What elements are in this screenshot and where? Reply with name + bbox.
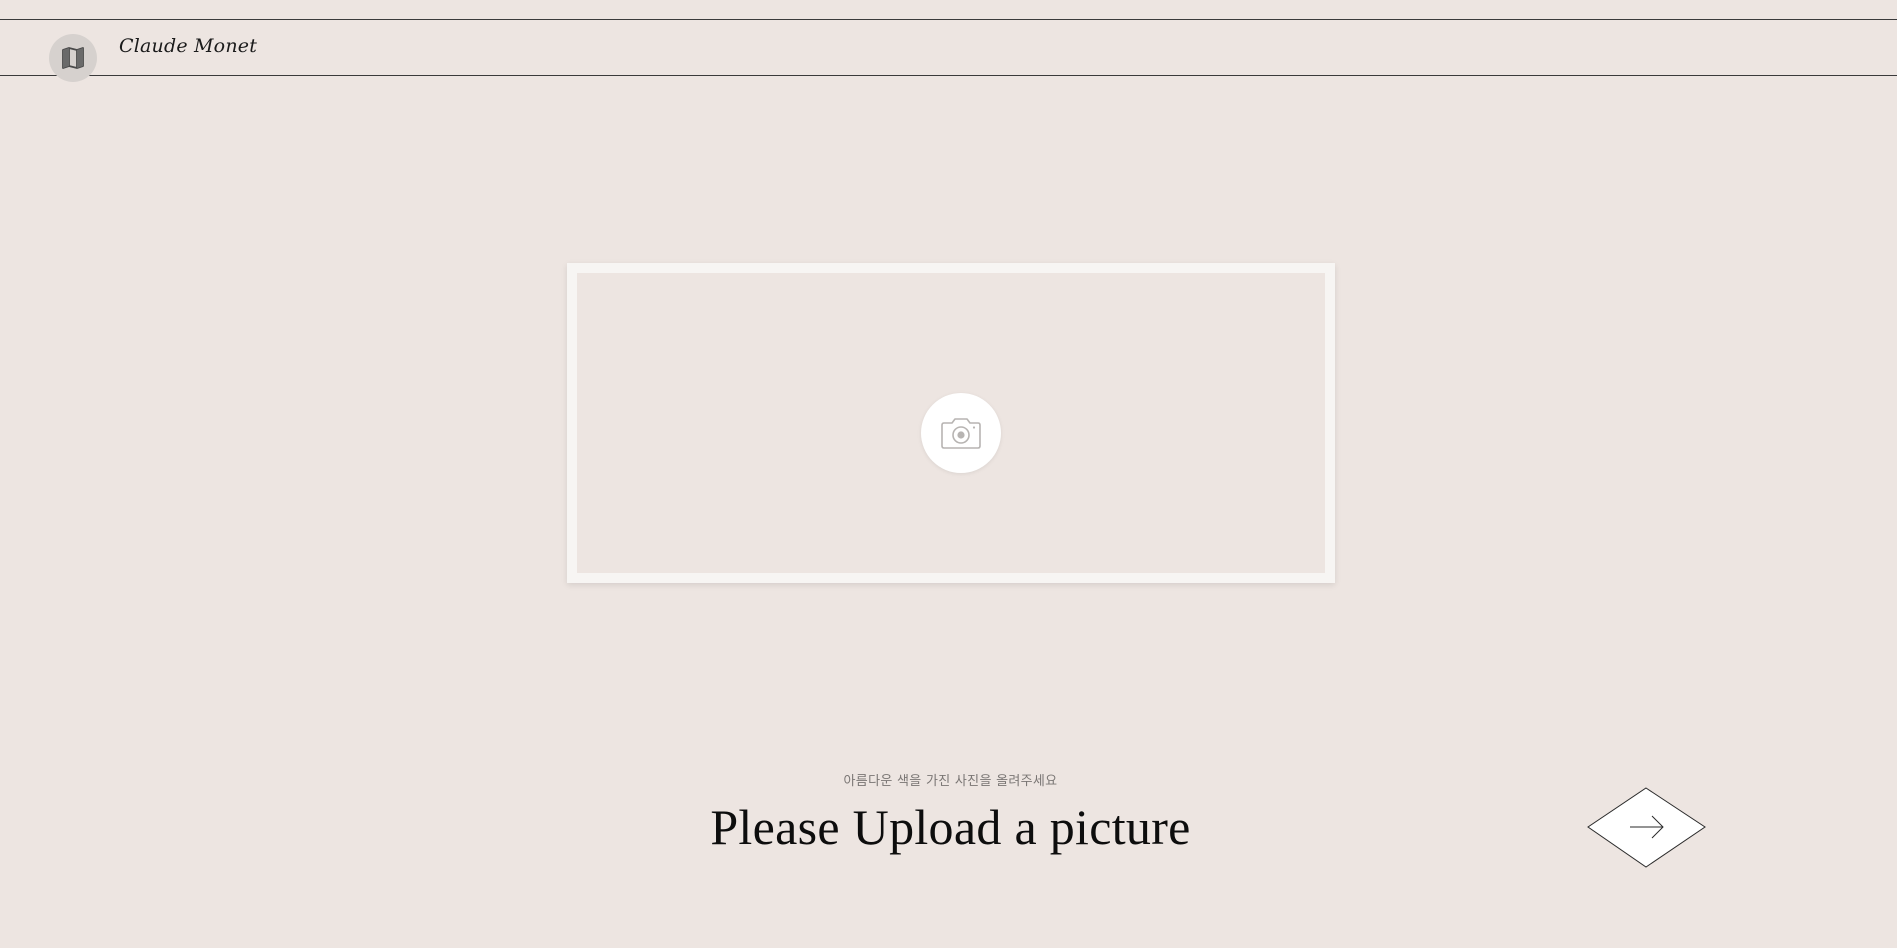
map-button[interactable]: [49, 34, 97, 82]
arrow-right-icon: [1587, 787, 1706, 868]
camera-button[interactable]: [921, 393, 1001, 473]
next-button[interactable]: [1586, 787, 1707, 868]
camera-icon: [941, 418, 981, 449]
map-icon: [62, 47, 84, 69]
upload-preview: [577, 273, 1325, 573]
image-upload-area[interactable]: [567, 263, 1335, 583]
artist-name: Claude Monet: [119, 35, 258, 57]
page: Claude Monet 아름다운 색을 가진 사진을 올려주세요 Please…: [0, 0, 1897, 948]
header-bar: Claude Monet: [0, 19, 1897, 82]
